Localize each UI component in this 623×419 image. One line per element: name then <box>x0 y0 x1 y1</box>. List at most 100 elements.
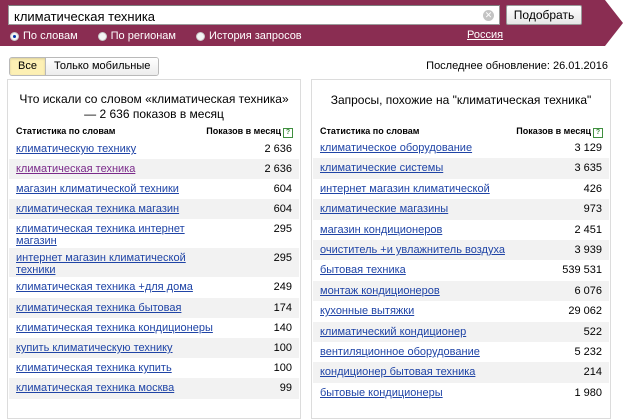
help-icon[interactable]: ? <box>593 128 603 138</box>
table-row: климатический кондиционер 522 <box>313 321 609 342</box>
table-row: интернет магазин климатической 426 <box>313 179 609 199</box>
keyword-link[interactable]: климатический кондиционер <box>320 326 560 338</box>
clear-icon[interactable]: ✕ <box>483 10 494 21</box>
keyword-link[interactable]: бытовая техника <box>320 264 560 276</box>
table-row: бытовые кондиционеры 1 980 <box>313 383 609 403</box>
keyword-link[interactable]: купить климатическую технику <box>16 342 256 354</box>
table-row: климатическая техника бытовая 174 <box>9 298 299 318</box>
impressions-count: 5 232 <box>574 346 602 358</box>
device-filter-tabs: Все Только мобильные <box>9 57 160 76</box>
table-row: магазин кондиционеров 2 451 <box>313 220 609 240</box>
panel-title: Запросы, похожие на "климатическая техни… <box>330 93 592 107</box>
keyword-link[interactable]: климатическая техника <box>16 163 256 175</box>
table-row: магазин климатической техники 604 <box>9 179 299 199</box>
keyword-link[interactable]: климатическая техника +для дома <box>16 281 256 293</box>
impressions-count: 2 451 <box>574 223 602 236</box>
radio-label: История запросов <box>209 30 302 42</box>
impressions-count: 539 531 <box>562 264 602 277</box>
keyword-link[interactable]: интернет магазин климатической <box>320 183 560 195</box>
impressions-count: 174 <box>273 302 292 314</box>
table-row: климатические магазины 973 <box>313 199 609 220</box>
keyword-link[interactable]: магазин климатической техники <box>16 183 256 195</box>
region-link[interactable]: Россия <box>467 29 503 41</box>
impressions-count: 426 <box>583 182 602 195</box>
impressions-count: 99 <box>279 382 292 394</box>
impressions-count: 249 <box>273 281 292 293</box>
impressions-count: 3 939 <box>574 244 602 256</box>
header-arrow-decoration <box>605 0 623 46</box>
impressions-count: 100 <box>273 362 292 374</box>
keyword-link[interactable]: климатическая техника москва <box>16 382 256 394</box>
keyword-link[interactable]: магазин кондиционеров <box>320 224 560 236</box>
keyword-link[interactable]: кондиционер бытовая техника <box>320 366 560 378</box>
impressions-count: 6 076 <box>574 284 602 297</box>
keyword-link[interactable]: вентиляционное оборудование <box>320 346 560 358</box>
search-mode-radio-group: По словам По регионам История запросов <box>10 29 322 43</box>
impressions-count: 295 <box>273 223 292 235</box>
column-header-count-label: Показов в месяц <box>206 126 281 136</box>
help-icon[interactable]: ? <box>283 128 293 138</box>
keyword-link[interactable]: климатическую технику <box>16 143 256 155</box>
table-row: климатическую технику 2 636 <box>9 139 299 159</box>
impressions-count: 100 <box>273 342 292 354</box>
keyword-link[interactable]: очиститель +и увлажнитель воздуха <box>320 244 560 256</box>
impressions-count: 1 980 <box>574 386 602 399</box>
keyword-link[interactable]: климатическое оборудование <box>320 142 560 154</box>
word-stats-panel: Что искали со словом «климатическая техн… <box>7 79 301 419</box>
column-header-count-label: Показов в месяц <box>516 126 591 136</box>
table-row: климатическая техника интернет магазин 29… <box>9 219 299 248</box>
radio-label: По словам <box>23 30 78 42</box>
impressions-count: 604 <box>273 203 292 215</box>
column-header-count: Показов в месяц? <box>206 126 293 138</box>
table-row: интернет магазин климатической техники 29… <box>9 248 299 277</box>
search-input[interactable] <box>8 5 500 25</box>
impressions-count: 29 062 <box>568 305 602 318</box>
search-header: ✕ Подобрать По словам По регионам Истори… <box>0 0 623 46</box>
keyword-link[interactable]: климатическая техника кондиционеры <box>16 322 256 334</box>
impressions-count: 214 <box>583 366 602 379</box>
keyword-link[interactable]: кухонные вытяжки <box>320 305 560 317</box>
table-row: бытовая техника 539 531 <box>313 260 609 280</box>
table-row: кондиционер бытовая техника 214 <box>313 362 609 383</box>
panel-title: Что искали со словом «климатическая техн… <box>19 92 289 121</box>
radio-label: По регионам <box>110 30 176 42</box>
impressions-count: 2 636 <box>264 163 292 175</box>
impressions-count: 3 129 <box>574 142 602 154</box>
tab-mobile-only[interactable]: Только мобильные <box>44 58 159 75</box>
keyword-link[interactable]: климатические магазины <box>320 203 560 215</box>
tab-all[interactable]: Все <box>10 58 45 75</box>
impressions-count: 522 <box>583 325 602 338</box>
table-row: климатическая техника купить 100 <box>9 358 299 378</box>
impressions-count: 2 636 <box>264 143 292 155</box>
table-row: вентиляционное оборудование 5 232 <box>313 342 609 362</box>
keyword-link[interactable]: интернет магазин климатической техники <box>16 252 186 276</box>
search-button[interactable]: Подобрать <box>506 5 582 25</box>
radio-by-regions[interactable]: По регионам <box>97 30 176 42</box>
keyword-link[interactable]: климатическая техника купить <box>16 362 256 374</box>
radio-unchecked-icon[interactable] <box>97 31 107 41</box>
table-row: монтаж кондиционеров 6 076 <box>313 280 609 302</box>
impressions-count: 295 <box>273 252 292 264</box>
radio-checked-icon[interactable] <box>10 31 19 41</box>
similar-queries-panel: Запросы, похожие на "климатическая техни… <box>311 79 611 419</box>
keyword-link[interactable]: климатическая техника интернет магазин <box>16 223 186 247</box>
keyword-link[interactable]: бытовые кондиционеры <box>320 387 560 399</box>
keyword-link[interactable]: климатическая техника магазин <box>16 203 256 215</box>
table-row: очиститель +и увлажнитель воздуха 3 939 <box>313 240 609 261</box>
impressions-count: 140 <box>273 322 292 334</box>
column-header-count: Показов в месяц? <box>516 126 603 138</box>
table-row: климатическая техника москва 99 <box>9 378 299 399</box>
table-row: климатическая техника магазин 604 <box>9 199 299 219</box>
radio-unchecked-icon[interactable] <box>196 31 205 41</box>
keyword-link[interactable]: климатическая техника бытовая <box>16 302 256 314</box>
table-row: климатическая техника кондиционеры 140 <box>9 318 299 338</box>
column-header-words: Статистика по словам <box>320 126 420 136</box>
keyword-link[interactable]: климатические системы <box>320 162 560 174</box>
radio-by-words[interactable]: По словам <box>10 30 78 42</box>
radio-query-history[interactable]: История запросов <box>196 30 302 42</box>
table-row: купить климатическую технику 100 <box>9 338 299 358</box>
table-row: климатическая техника 2 636 <box>9 159 299 179</box>
table-row: климатические системы 3 635 <box>313 158 609 179</box>
keyword-link[interactable]: монтаж кондиционеров <box>320 285 560 297</box>
impressions-count: 604 <box>273 183 292 195</box>
